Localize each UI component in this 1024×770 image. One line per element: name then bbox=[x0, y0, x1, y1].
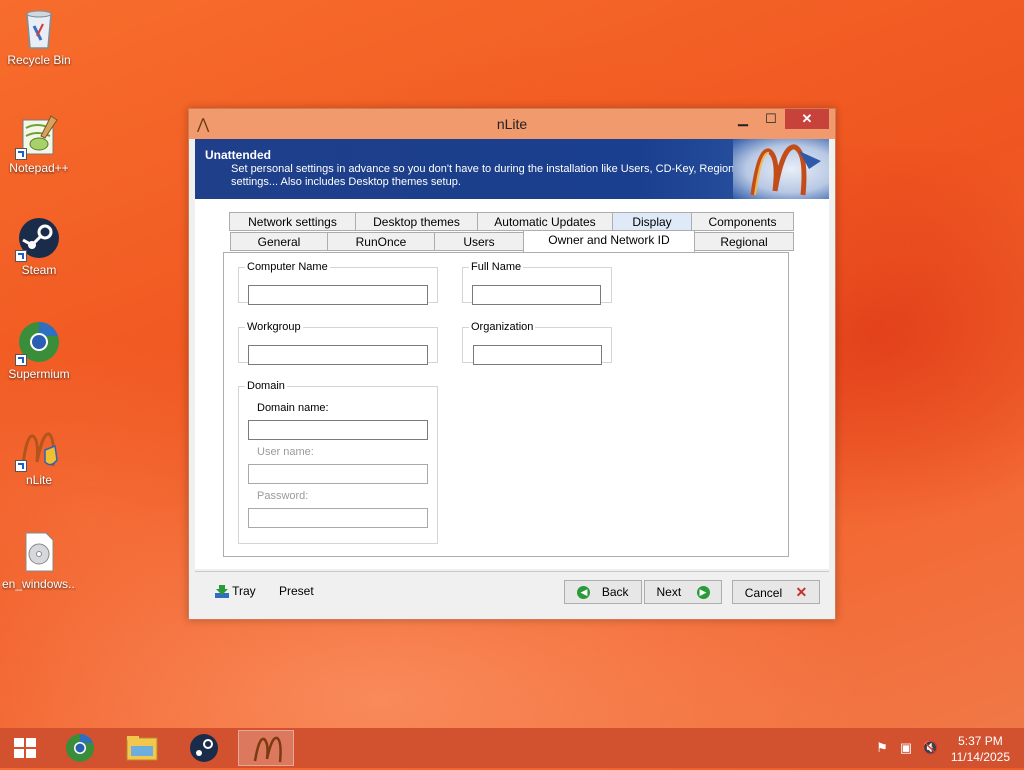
tab-owner-and-network-id[interactable]: Owner and Network ID bbox=[523, 230, 695, 252]
taskbar-nlite[interactable] bbox=[238, 730, 294, 766]
banner-heading: Unattended bbox=[205, 148, 271, 162]
start-button[interactable] bbox=[0, 728, 50, 768]
windows-logo-icon bbox=[26, 738, 36, 747]
desktop-icon-label: Supermium bbox=[8, 367, 70, 381]
banner-description: Set personal settings in advance so you … bbox=[231, 163, 743, 188]
steam-icon bbox=[15, 216, 61, 262]
domain-label: Domain bbox=[247, 380, 285, 392]
shortcut-arrow-icon bbox=[15, 148, 27, 160]
cancel-label: Cancel bbox=[744, 586, 783, 600]
full-name-input[interactable] bbox=[472, 285, 601, 305]
disc-image-icon bbox=[17, 530, 61, 574]
network-icon[interactable]: ▣ bbox=[898, 740, 914, 756]
workgroup-input[interactable] bbox=[248, 345, 428, 365]
taskbar: ⚑ ▣ 🔇 5:37 PM 11/14/2025 bbox=[0, 728, 1024, 768]
preset-button[interactable]: Preset bbox=[279, 584, 314, 598]
nlite-window: ⋀ nLite ▁ ☐ ✕ Unattended Set personal se… bbox=[188, 108, 836, 620]
supermium-icon bbox=[66, 734, 94, 762]
cancel-button[interactable]: Cancel ✕ bbox=[732, 580, 820, 604]
tab-network-settings[interactable]: Network settings bbox=[229, 212, 356, 231]
supermium-icon bbox=[15, 320, 61, 366]
back-label: Back bbox=[601, 585, 629, 599]
desktop-icon-supermium[interactable]: Supermium bbox=[2, 320, 76, 381]
desktop-icon-recycle-bin[interactable]: Recycle Bin bbox=[2, 6, 76, 67]
full-name-label: Full Name bbox=[471, 261, 522, 273]
header-banner: Unattended Set personal settings in adva… bbox=[195, 139, 829, 199]
nlite-icon bbox=[15, 426, 61, 472]
desktop-icon-label: nLite bbox=[25, 473, 53, 487]
tab-runonce[interactable]: RunOnce bbox=[327, 232, 435, 251]
minimize-button[interactable]: ▁ bbox=[729, 109, 757, 129]
tab-components[interactable]: Components bbox=[691, 212, 794, 231]
tray-label: Tray bbox=[232, 584, 256, 598]
title-bar[interactable]: ⋀ nLite ▁ ☐ ✕ bbox=[189, 109, 835, 139]
shortcut-arrow-icon bbox=[15, 354, 27, 366]
clock-time: 5:37 PM bbox=[958, 734, 1003, 748]
action-center-flag-icon[interactable]: ⚑ bbox=[874, 740, 890, 756]
shortcut-arrow-icon bbox=[15, 460, 27, 472]
back-button[interactable]: ◀ Back bbox=[564, 580, 642, 604]
windows-logo-icon bbox=[14, 738, 24, 747]
back-arrow-icon: ◀ bbox=[577, 586, 591, 600]
tab-automatic-updates[interactable]: Automatic Updates bbox=[477, 212, 613, 231]
recycle-bin-icon bbox=[17, 6, 61, 50]
tab-display[interactable]: Display bbox=[612, 212, 692, 231]
taskbar-steam[interactable] bbox=[176, 730, 232, 766]
close-button[interactable]: ✕ bbox=[785, 109, 829, 129]
tab-regional[interactable]: Regional bbox=[694, 232, 794, 251]
organization-input[interactable] bbox=[473, 345, 602, 365]
next-button[interactable]: Next ▶ bbox=[644, 580, 722, 604]
desktop-icon-label: Notepad++ bbox=[9, 161, 69, 175]
windows-logo-icon bbox=[14, 749, 24, 758]
domain-name-input[interactable] bbox=[248, 420, 428, 440]
notepad-plus-plus-icon bbox=[15, 114, 61, 160]
user-name-label: User name: bbox=[257, 446, 314, 458]
tab-desktop-themes[interactable]: Desktop themes bbox=[355, 212, 478, 231]
desktop-icon-nlite[interactable]: nLite bbox=[2, 426, 76, 487]
steam-icon bbox=[190, 734, 218, 762]
password-label: Password: bbox=[257, 490, 309, 502]
shortcut-arrow-icon bbox=[15, 250, 27, 262]
wizard-footer: Tray Preset ◀ Back Next ▶ Cancel ✕ bbox=[195, 571, 829, 613]
desktop-icon-disc-image[interactable]: en_windows... bbox=[2, 530, 76, 591]
domain-name-label: Domain name: bbox=[257, 402, 329, 414]
workgroup-group: Workgroup bbox=[238, 321, 438, 365]
taskbar-clock[interactable]: 5:37 PM 11/14/2025 bbox=[951, 733, 1010, 765]
taskbar-file-explorer[interactable] bbox=[114, 730, 170, 766]
nlite-icon bbox=[253, 736, 282, 763]
footer-divider bbox=[195, 571, 829, 572]
computer-name-group: Computer Name bbox=[238, 261, 438, 305]
desktop-icon-label: Steam bbox=[21, 263, 57, 277]
computer-name-label: Computer Name bbox=[247, 261, 328, 273]
organization-label: Organization bbox=[471, 321, 534, 333]
desktop-icon-label: Recycle Bin bbox=[7, 53, 71, 67]
tab-general[interactable]: General bbox=[230, 232, 328, 251]
password-input[interactable] bbox=[248, 508, 428, 528]
volume-muted-icon[interactable]: 🔇 bbox=[922, 740, 938, 756]
desktop-icon-notepad-plus-plus[interactable]: Notepad++ bbox=[2, 114, 76, 175]
organization-group: Organization bbox=[462, 321, 612, 365]
nlite-logo-icon bbox=[733, 139, 829, 199]
desktop-icon-label: en_windows... bbox=[2, 577, 76, 591]
tab-users[interactable]: Users bbox=[434, 232, 524, 251]
maximize-button[interactable]: ☐ bbox=[757, 109, 785, 129]
domain-group: Domain Domain name: User name: Password: bbox=[238, 380, 438, 544]
file-explorer-icon bbox=[126, 736, 158, 761]
clock-date: 11/14/2025 bbox=[950, 750, 1010, 764]
next-label: Next bbox=[656, 585, 682, 599]
tray-button[interactable]: Tray bbox=[215, 584, 256, 599]
taskbar-supermium[interactable] bbox=[52, 730, 108, 766]
cancel-x-icon: ✕ bbox=[795, 584, 808, 600]
desktop-icon-steam[interactable]: Steam bbox=[2, 216, 76, 277]
owner-network-panel: Computer Name Full Name Workgroup Organi… bbox=[223, 252, 789, 557]
next-arrow-icon: ▶ bbox=[696, 586, 710, 600]
full-name-group: Full Name bbox=[462, 261, 612, 305]
windows-logo-icon bbox=[26, 749, 36, 758]
user-name-input[interactable] bbox=[248, 464, 428, 484]
workgroup-label: Workgroup bbox=[247, 321, 301, 333]
tray-down-arrow-icon bbox=[215, 585, 229, 599]
computer-name-input[interactable] bbox=[248, 285, 428, 305]
